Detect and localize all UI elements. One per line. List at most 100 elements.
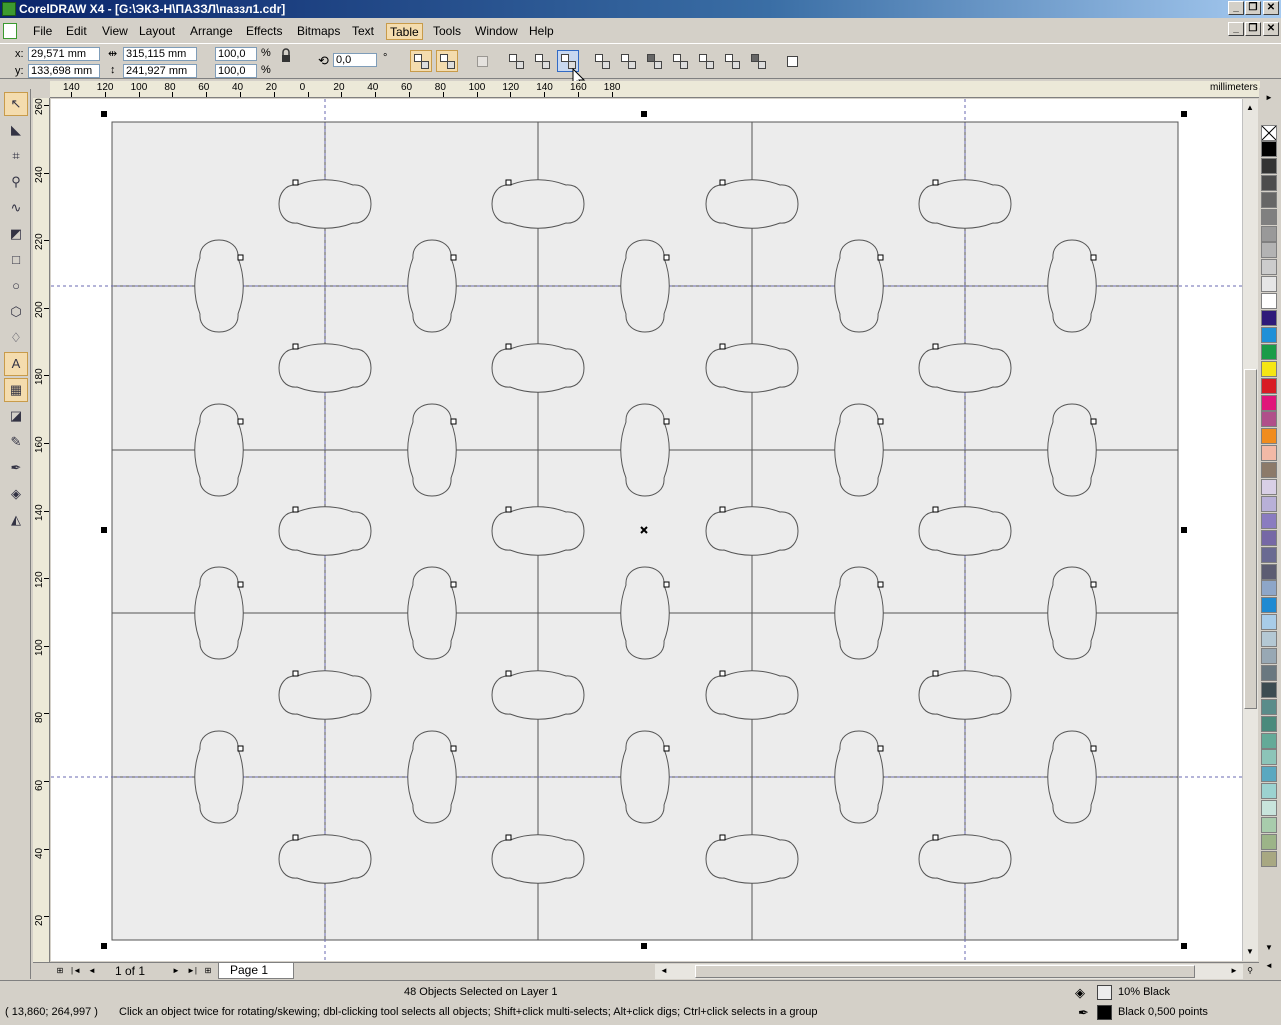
color-swatch[interactable] (1261, 749, 1277, 766)
node-handle[interactable] (505, 506, 512, 513)
vertical-scrollbar[interactable]: ▲ ▼ (1242, 99, 1258, 961)
color-swatch[interactable] (1261, 648, 1277, 664)
puzzle-tab[interactable] (1047, 566, 1097, 660)
color-swatch[interactable] (1261, 512, 1277, 529)
color-swatch[interactable] (1261, 242, 1277, 259)
color-swatch[interactable] (1261, 681, 1277, 698)
horizontal-scroll-thumb[interactable] (695, 965, 1195, 978)
doc-close-button[interactable]: ✕ (1263, 22, 1279, 36)
text-tool-icon[interactable]: A (4, 352, 28, 376)
color-swatch[interactable] (1261, 343, 1277, 360)
puzzle-tab[interactable] (834, 730, 884, 824)
puzzle-tab[interactable] (491, 179, 585, 229)
node-handle[interactable] (1090, 581, 1097, 588)
next-page-icon[interactable]: ► (169, 964, 183, 978)
doc-restore-button[interactable]: ❐ (1245, 22, 1261, 36)
scroll-left-icon[interactable]: ◄ (657, 964, 671, 978)
basic-shapes-tool-icon[interactable]: ♢ (4, 326, 28, 350)
puzzle-tab[interactable] (620, 403, 670, 497)
node-handle[interactable] (292, 179, 299, 186)
shape-tool-icon[interactable]: ◣ (4, 118, 28, 142)
node-handle[interactable] (932, 670, 939, 677)
lock-ratio-button[interactable] (276, 47, 296, 65)
close-button[interactable]: ✕ (1263, 1, 1279, 15)
puzzle-tab[interactable] (620, 239, 670, 333)
puzzle-tab[interactable] (918, 343, 1012, 393)
menu-window[interactable]: Window (472, 23, 521, 40)
puzzle-tab[interactable] (278, 670, 372, 720)
scroll-down-icon[interactable]: ▼ (1243, 945, 1257, 959)
color-swatch[interactable] (1261, 850, 1277, 867)
intersect-button[interactable] (695, 50, 717, 72)
puzzle-tab[interactable] (1047, 239, 1097, 333)
color-swatch[interactable] (1261, 326, 1277, 343)
puzzle-tab[interactable] (620, 730, 670, 824)
node-handle[interactable] (450, 745, 457, 752)
color-swatch[interactable] (1261, 614, 1277, 631)
mirror-horizontal-button[interactable] (410, 50, 432, 72)
puzzle-tab[interactable] (278, 343, 372, 393)
node-handle[interactable] (932, 506, 939, 513)
node-handle[interactable] (719, 343, 726, 350)
color-swatch[interactable] (1261, 208, 1277, 225)
menu-bitmaps[interactable]: Bitmaps (294, 23, 343, 40)
ungroup-button[interactable] (531, 50, 553, 72)
scale-y-field[interactable]: 100,0 (215, 64, 257, 78)
break-apart-button[interactable] (617, 50, 639, 72)
color-swatch[interactable] (1261, 597, 1277, 614)
color-swatch[interactable] (1261, 411, 1277, 428)
puzzle-tab[interactable] (491, 506, 585, 556)
zoom-tool-icon[interactable]: ⚲ (4, 170, 28, 194)
node-handle[interactable] (932, 343, 939, 350)
color-swatch[interactable] (1261, 445, 1277, 462)
table-tool-icon[interactable]: ▦ (4, 378, 28, 402)
scale-x-field[interactable]: 100,0 (215, 47, 257, 61)
node-handle[interactable] (505, 670, 512, 677)
node-handle[interactable] (877, 254, 884, 261)
menu-tools[interactable]: Tools (430, 23, 464, 40)
puzzle-tab[interactable] (705, 179, 799, 229)
node-handle[interactable] (663, 418, 670, 425)
menu-file[interactable]: File (30, 23, 55, 40)
color-swatch[interactable] (1261, 732, 1277, 749)
menu-effects[interactable]: Effects (243, 23, 285, 40)
color-swatch[interactable] (1261, 766, 1277, 783)
menu-help[interactable]: Help (526, 23, 557, 40)
selection-handle[interactable] (1181, 943, 1187, 949)
puzzle-tab[interactable] (194, 403, 244, 497)
menu-arrange[interactable]: Arrange (187, 23, 236, 40)
fill-tool-icon[interactable]: ◈ (4, 482, 28, 506)
color-swatch[interactable] (1261, 225, 1277, 242)
node-handle[interactable] (719, 506, 726, 513)
color-swatch[interactable] (1261, 259, 1277, 276)
height-field[interactable]: 241,927 mm (123, 64, 197, 78)
no-color-swatch[interactable] (1261, 125, 1277, 141)
puzzle-tab[interactable] (620, 566, 670, 660)
y-position-field[interactable]: 133,698 mm (28, 64, 100, 78)
scroll-right-icon[interactable]: ► (1227, 964, 1241, 978)
simplify-button[interactable] (721, 50, 743, 72)
node-handle[interactable] (237, 418, 244, 425)
selection-handle[interactable] (101, 527, 107, 533)
puzzle-tab[interactable] (705, 343, 799, 393)
puzzle-drawing[interactable] (51, 99, 1242, 961)
puzzle-tab[interactable] (407, 730, 457, 824)
node-handle[interactable] (719, 179, 726, 186)
color-swatch[interactable] (1261, 310, 1277, 326)
node-handle[interactable] (237, 254, 244, 261)
outline-tool-icon[interactable]: ✒ (4, 456, 28, 480)
puzzle-tab[interactable] (407, 566, 457, 660)
puzzle-tab[interactable] (194, 239, 244, 333)
group-button[interactable] (505, 50, 527, 72)
puzzle-tab[interactable] (194, 730, 244, 824)
fill-color-swatch[interactable] (1097, 985, 1112, 1000)
create-boundary-button[interactable] (781, 50, 803, 72)
node-handle[interactable] (719, 670, 726, 677)
selection-handle[interactable] (101, 111, 107, 117)
color-swatch[interactable] (1261, 715, 1277, 732)
puzzle-tab[interactable] (491, 670, 585, 720)
puzzle-tab[interactable] (194, 566, 244, 660)
trim-button[interactable] (669, 50, 691, 72)
color-swatch[interactable] (1261, 428, 1277, 445)
puzzle-tab[interactable] (491, 343, 585, 393)
